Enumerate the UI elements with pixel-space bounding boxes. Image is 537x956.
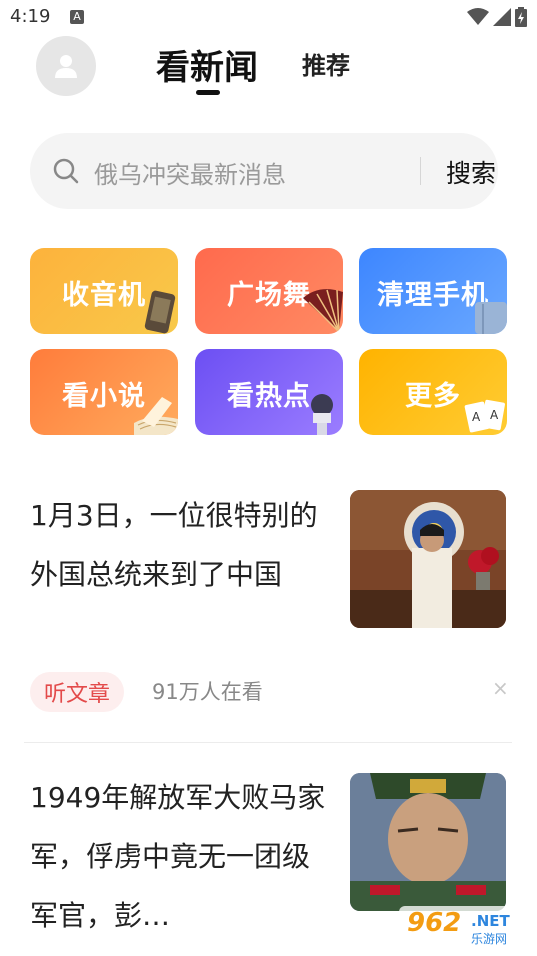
fan-icon bbox=[303, 289, 343, 333]
site-watermark-logo: 962 .NET 乐游网 bbox=[399, 906, 531, 950]
watermark-suffix: .NET bbox=[471, 912, 510, 930]
watermark-brand: 962 bbox=[407, 908, 462, 938]
battery-icon bbox=[515, 7, 527, 27]
book-icon bbox=[134, 397, 178, 435]
search-bar[interactable]: 俄乌冲突最新消息 搜索 bbox=[30, 133, 498, 209]
status-icons bbox=[467, 6, 527, 28]
search-icon bbox=[53, 158, 79, 184]
category-radio[interactable]: 收音机 bbox=[30, 248, 178, 334]
news-title[interactable]: 1949年解放军大败马家军，俘虏中竟无一团级军官，彭… bbox=[30, 768, 330, 945]
watermark-subtitle: 乐游网 bbox=[471, 932, 508, 946]
signal-icon bbox=[493, 8, 511, 26]
microphone-icon bbox=[311, 394, 333, 435]
phone-icon bbox=[144, 290, 176, 334]
svg-text:A: A bbox=[490, 408, 499, 422]
divider bbox=[24, 742, 512, 743]
general-portrait bbox=[350, 773, 506, 911]
playing-cards-icon: A A bbox=[464, 399, 505, 433]
category-square-dance[interactable]: 广场舞 bbox=[195, 248, 343, 334]
search-input[interactable]: 俄乌冲突最新消息 bbox=[94, 155, 286, 190]
news-thumbnail[interactable] bbox=[350, 490, 506, 628]
news-thumbnail[interactable] bbox=[350, 773, 506, 911]
news-item[interactable]: 1月3日，一位很特别的外国总统来到了中国 听文章 91万人在看 × bbox=[30, 490, 509, 720]
jeans-icon bbox=[475, 302, 507, 334]
category-hot-topics[interactable]: 看热点 bbox=[195, 349, 343, 435]
category-novel[interactable]: 看小说 bbox=[30, 349, 178, 435]
tab-news[interactable]: 看新闻 bbox=[156, 40, 258, 89]
category-clean-phone[interactable]: 清理手机 bbox=[359, 248, 507, 334]
search-divider bbox=[420, 157, 421, 185]
news-title[interactable]: 1月3日，一位很特别的外国总统来到了中国 bbox=[30, 486, 330, 604]
status-time: 4:19 bbox=[10, 6, 51, 27]
close-icon[interactable]: × bbox=[492, 676, 509, 700]
category-more[interactable]: 更多 A A bbox=[359, 349, 507, 435]
wifi-icon bbox=[467, 8, 489, 25]
view-count: 91万人在看 bbox=[152, 680, 263, 704]
status-bar: 4:19 A bbox=[0, 0, 537, 36]
search-button[interactable]: 搜索 bbox=[446, 154, 496, 190]
tab-active-indicator bbox=[196, 90, 220, 95]
svg-text:A: A bbox=[472, 410, 481, 424]
notification-icon: A bbox=[70, 10, 84, 24]
president-photo bbox=[350, 490, 506, 628]
tab-recommend[interactable]: 推荐 bbox=[302, 46, 350, 81]
user-icon bbox=[55, 55, 77, 78]
listen-article-tag[interactable]: 听文章 bbox=[30, 672, 125, 712]
avatar[interactable] bbox=[36, 36, 96, 96]
